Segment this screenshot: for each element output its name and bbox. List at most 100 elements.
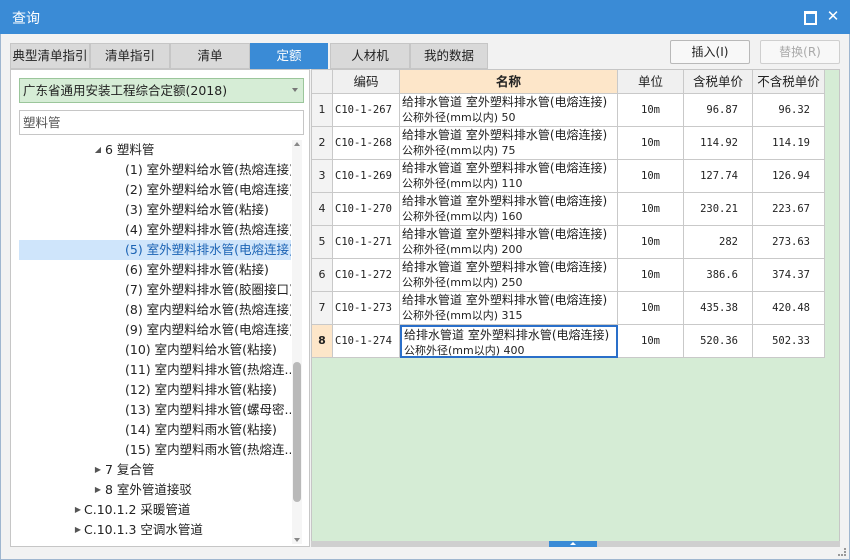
close-icon[interactable]: ✕ [826,9,840,24]
tree-node[interactable]: (7) 室外塑料排水管(胶圈接口) [19,280,291,300]
tree-node[interactable]: (11) 室内塑料排水管(热熔连... [19,360,291,380]
cell-name[interactable]: 给排水管道 室外塑料排水管(电熔连接) 公称外径(mm以内) 50 [400,94,618,127]
replace-button[interactable]: 替换(R) [760,40,840,64]
tree-node[interactable]: ▶ 7 复合管 [19,460,291,480]
cell-name[interactable]: 给排水管道 室外塑料排水管(电熔连接) 公称外径(mm以内) 400 [400,325,618,358]
row-number[interactable]: 4 [312,193,333,226]
tree-expand-icon[interactable]: ▶ [93,480,103,500]
cell-price-tax[interactable]: 282 [684,226,753,259]
cell-price-notax[interactable]: 114.19 [753,127,825,160]
tab-list-guide[interactable]: 清单指引 [90,43,170,69]
row-number[interactable]: 6 [312,259,333,292]
cell-code[interactable]: C10-1-268 [333,127,400,160]
cell-price-notax[interactable]: 420.48 [753,292,825,325]
cell-price-notax[interactable]: 273.63 [753,226,825,259]
cell-price-tax[interactable]: 230.21 [684,193,753,226]
header-price-notax[interactable]: 不含税单价 [753,70,825,94]
cell-unit[interactable]: 10m [618,160,684,193]
tab-labor-materials[interactable]: 人材机 [330,43,410,69]
cell-name-line1: 给排水管道 室外塑料排水管(电熔连接) [402,260,608,274]
cell-name[interactable]: 给排水管道 室外塑料排水管(电熔连接) 公称外径(mm以内) 200 [400,226,618,259]
tree-node[interactable]: (12) 室内塑料排水管(粘接) [19,380,291,400]
tab-quota[interactable]: 定额 [250,43,328,69]
cell-name[interactable]: 给排水管道 室外塑料排水管(电熔连接) 公称外径(mm以内) 315 [400,292,618,325]
cell-name[interactable]: 给排水管道 室外塑料排水管(电熔连接) 公称外径(mm以内) 110 [400,160,618,193]
tree-expand-icon[interactable]: ▶ [73,520,83,540]
cell-price-notax[interactable]: 374.37 [753,259,825,292]
row-number[interactable]: 5 [312,226,333,259]
cell-code[interactable]: C10-1-269 [333,160,400,193]
header-code[interactable]: 编码 [333,70,400,94]
cell-code[interactable]: C10-1-272 [333,259,400,292]
cell-unit[interactable]: 10m [618,259,684,292]
cell-price-notax[interactable]: 126.94 [753,160,825,193]
tree-node[interactable]: (15) 室内塑料雨水管(热熔连... [19,440,291,460]
cell-unit[interactable]: 10m [618,226,684,259]
cell-price-notax[interactable]: 223.67 [753,193,825,226]
tree-node[interactable]: ▶ 8 室外管道接驳 [19,480,291,500]
cell-unit[interactable]: 10m [618,325,684,358]
tree-node[interactable]: (1) 室外塑料给水管(热熔连接) [19,160,291,180]
cell-code[interactable]: C10-1-273 [333,292,400,325]
cell-name[interactable]: 给排水管道 室外塑料排水管(电熔连接) 公称外径(mm以内) 160 [400,193,618,226]
cell-unit[interactable]: 10m [618,193,684,226]
collapse-handle-icon[interactable] [549,541,597,547]
tree-node[interactable]: ▶ C.10.1.3 空调水管道 [19,520,291,540]
tab-typical-list-guide[interactable]: 典型清单指引 [10,43,90,69]
search-input[interactable]: 塑料管 [19,110,304,135]
row-number[interactable]: 2 [312,127,333,160]
tree-node[interactable]: (4) 室外塑料排水管(热熔连接) [19,220,291,240]
tree-node[interactable]: (3) 室外塑料给水管(粘接) [19,200,291,220]
insert-button[interactable]: 插入(I) [670,40,750,64]
resize-grip-icon[interactable] [838,548,846,556]
title-bar: 查询 ✕ [0,0,850,34]
cell-unit[interactable]: 10m [618,127,684,160]
scroll-thumb[interactable] [293,362,301,502]
cell-unit[interactable]: 10m [618,292,684,325]
tree-node[interactable]: (9) 室内塑料给水管(电熔连接) [19,320,291,340]
cell-code[interactable]: C10-1-271 [333,226,400,259]
tree-expand-icon[interactable]: ▶ [93,460,103,480]
header-name[interactable]: 名称 [400,70,618,94]
tree-node[interactable]: (6) 室外塑料排水管(粘接) [19,260,291,280]
cell-code[interactable]: C10-1-270 [333,193,400,226]
cell-price-notax[interactable]: 502.33 [753,325,825,358]
row-number[interactable]: 7 [312,292,333,325]
cell-name[interactable]: 给排水管道 室外塑料排水管(电熔连接) 公称外径(mm以内) 250 [400,259,618,292]
tree-node[interactable]: (8) 室内塑料给水管(热熔连接) [19,300,291,320]
cell-price-notax[interactable]: 96.32 [753,94,825,127]
cell-price-tax[interactable]: 520.36 [684,325,753,358]
scroll-down-icon[interactable] [294,538,300,542]
cell-price-tax[interactable]: 114.92 [684,127,753,160]
cell-price-tax[interactable]: 386.6 [684,259,753,292]
grid-horizontal-scrollbar[interactable] [311,541,840,547]
cell-price-tax[interactable]: 435.38 [684,292,753,325]
tree-node[interactable]: (13) 室内塑料排水管(螺母密... [19,400,291,420]
scroll-up-icon[interactable] [294,142,300,146]
tree-node[interactable]: ▶ C.10.1.2 采暖管道 [19,500,291,520]
maximize-icon[interactable] [802,9,817,25]
row-number[interactable]: 1 [312,94,333,127]
tree-node[interactable]: (5) 室外塑料排水管(电熔连接) [19,240,291,260]
tab-my-data[interactable]: 我的数据 [410,43,488,69]
cell-code[interactable]: C10-1-274 [333,325,400,358]
cell-unit[interactable]: 10m [618,94,684,127]
tree-node[interactable]: (2) 室外塑料给水管(电熔连接) [19,180,291,200]
tree-expand-icon[interactable]: ▶ [73,500,83,520]
quota-library-select[interactable]: 广东省通用安装工程综合定额(2018) [19,78,304,103]
row-number[interactable]: 3 [312,160,333,193]
tree-node[interactable]: ◢ 6 塑料管 [19,140,291,160]
cell-price-tax[interactable]: 96.87 [684,94,753,127]
cell-price-tax[interactable]: 127.74 [684,160,753,193]
cell-code[interactable]: C10-1-267 [333,94,400,127]
header-price-tax[interactable]: 含税单价 [684,70,753,94]
tab-list[interactable]: 清单 [170,43,250,69]
tree-scrollbar[interactable] [292,140,302,544]
cell-name[interactable]: 给排水管道 室外塑料排水管(电熔连接) 公称外径(mm以内) 75 [400,127,618,160]
header-unit[interactable]: 单位 [618,70,684,94]
tree-node[interactable]: (10) 室内塑料给水管(粘接) [19,340,291,360]
tree-collapse-icon[interactable]: ◢ [93,140,103,160]
dropdown-arrow-icon[interactable] [292,88,298,92]
row-number[interactable]: 8 [312,325,333,358]
tree-node[interactable]: (14) 室内塑料雨水管(粘接) [19,420,291,440]
